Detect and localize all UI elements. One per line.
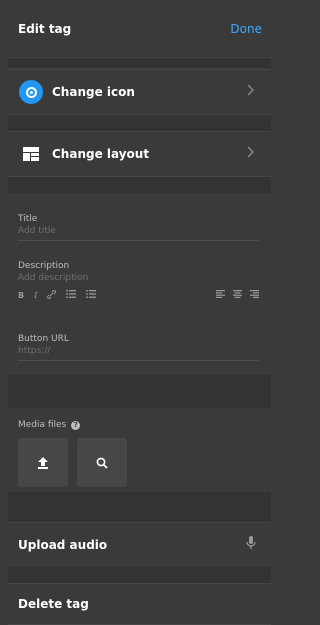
description-label: Description [18, 261, 70, 271]
change-layout-row[interactable]: Change layout [8, 131, 271, 177]
button-url-label: Button URL [18, 334, 69, 344]
section-spacer [8, 177, 271, 193]
media-files-label-wrap: Media files ? [18, 420, 81, 430]
align-left-icon[interactable] [216, 290, 225, 300]
search-media-button[interactable] [77, 438, 127, 487]
link-icon[interactable] [47, 289, 57, 301]
microphone-icon [241, 536, 261, 554]
tag-form: Title Add title Description Add descript… [8, 193, 271, 375]
chevron-right-icon [241, 146, 261, 162]
upload-audio-row[interactable]: Upload audio [8, 522, 271, 568]
media-files-label: Media files [18, 420, 67, 430]
search-icon [96, 457, 108, 469]
button-url-underline [18, 360, 259, 361]
section-spacer [8, 492, 271, 522]
panel-title: Edit tag [18, 21, 72, 36]
chevron-right-icon [241, 84, 261, 100]
title-input[interactable]: Add title [18, 226, 56, 236]
upload-media-button[interactable] [18, 438, 68, 487]
upload-audio-label: Upload audio [18, 538, 108, 552]
panel-header: Edit tag Done [8, 0, 271, 58]
change-icon-icon-wrap [18, 80, 44, 104]
circle-target-icon [19, 80, 43, 104]
section-spacer [8, 115, 271, 131]
description-input[interactable]: Add description [18, 273, 88, 283]
done-button[interactable]: Done [230, 22, 262, 36]
delete-tag-label: Delete tag [18, 597, 89, 611]
text-format-toolbar: B I [18, 289, 259, 301]
section-spacer [8, 375, 271, 408]
italic-button[interactable]: I [34, 291, 37, 300]
align-center-icon[interactable] [233, 290, 242, 300]
layout-grid-icon [23, 147, 39, 161]
change-layout-label: Change layout [52, 147, 150, 161]
align-right-icon[interactable] [250, 290, 259, 300]
button-url-input[interactable]: https:// [18, 346, 50, 356]
title-underline [18, 240, 259, 241]
edit-tag-panel: Edit tag Done Change icon Change layout [8, 0, 271, 625]
change-icon-label: Change icon [52, 85, 135, 99]
bold-button[interactable]: B [18, 291, 24, 300]
title-label: Title [18, 214, 38, 224]
media-files-section: Media files ? [8, 408, 271, 492]
ordered-list-icon[interactable] [66, 290, 77, 300]
section-spacer [8, 58, 271, 68]
upload-icon [38, 456, 48, 469]
change-layout-icon-wrap [18, 147, 44, 161]
section-spacer [8, 567, 271, 583]
help-icon[interactable]: ? [71, 420, 81, 430]
delete-tag-row[interactable]: Delete tag [8, 583, 271, 625]
change-icon-row[interactable]: Change icon [8, 69, 271, 115]
bullet-list-icon[interactable] [86, 289, 97, 300]
